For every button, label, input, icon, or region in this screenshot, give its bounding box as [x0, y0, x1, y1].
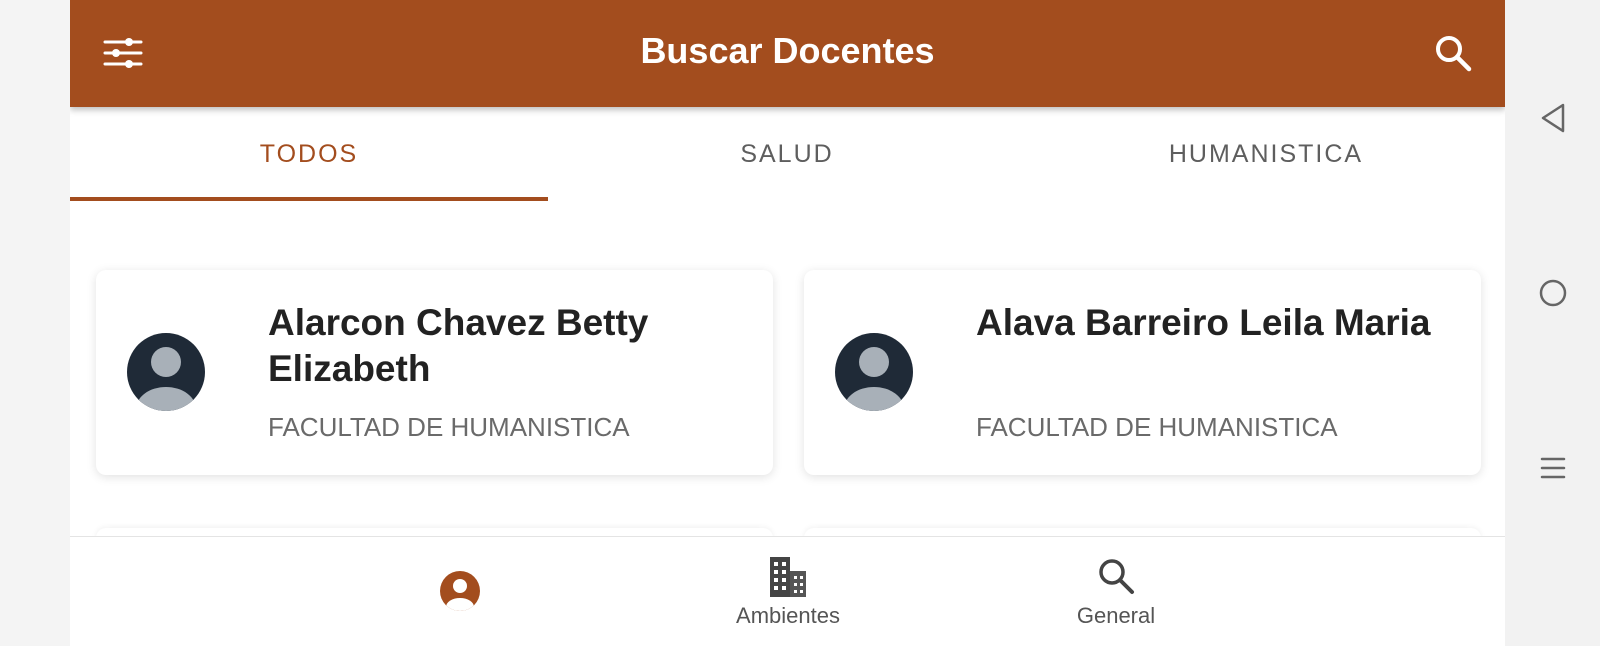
page-title: Buscar Docentes — [640, 30, 935, 71]
teacher-name: Alarcon Chavez Betty Elizabeth — [268, 302, 649, 389]
tab-label: TODOS — [259, 140, 359, 168]
search-icon — [1097, 557, 1135, 600]
system-nav-bar — [1505, 0, 1600, 646]
teacher-card[interactable]: Alava Barreiro Leila Maria FACULTAD DE H… — [804, 270, 1481, 475]
system-recents-button[interactable] — [1533, 450, 1573, 490]
tab-salud[interactable]: SALUD — [548, 107, 1026, 202]
person-avatar-icon — [127, 333, 205, 411]
nav-item-general[interactable]: General — [1016, 537, 1216, 646]
teacher-faculty: FACULTAD DE HUMANISTICA — [268, 412, 630, 442]
tab-label: HUMANISTICA — [1168, 140, 1364, 168]
tab-todos[interactable]: TODOS — [70, 107, 548, 202]
tab-label: SALUD — [740, 140, 834, 168]
person-avatar-icon — [835, 333, 913, 411]
tab-humanistica[interactable]: HUMANISTICA — [1027, 107, 1505, 202]
back-triangle-icon — [1540, 103, 1566, 138]
teacher-faculty: FACULTAD DE HUMANISTICA — [976, 412, 1338, 442]
home-circle-icon — [1538, 278, 1568, 313]
left-gutter — [0, 0, 70, 646]
app-bar: Buscar Docentes — [70, 0, 1505, 107]
nav-label: Ambientes — [736, 603, 840, 628]
nav-label: General — [1076, 603, 1156, 628]
tab-indicator — [70, 197, 548, 201]
system-back-button[interactable] — [1533, 100, 1573, 140]
bottom-nav: Ambientes General — [70, 536, 1505, 646]
system-home-button[interactable] — [1533, 275, 1573, 315]
app-screen: Buscar Docentes TODOS SALUD HUMANISTICA — [70, 0, 1505, 646]
building-icon — [768, 555, 808, 602]
search-icon — [1433, 33, 1473, 73]
account-circle-icon — [440, 571, 480, 616]
teacher-name: Alava Barreiro Leila Maria — [976, 302, 1431, 343]
nav-item-profile[interactable] — [360, 537, 560, 646]
search-button[interactable] — [1428, 28, 1478, 78]
tab-bar: TODOS SALUD HUMANISTICA — [70, 107, 1505, 202]
menu-lines-icon — [1539, 454, 1567, 487]
teacher-card[interactable]: Alarcon Chavez Betty Elizabeth FACULTAD … — [96, 270, 773, 475]
nav-item-ambientes[interactable]: Ambientes — [688, 537, 888, 646]
